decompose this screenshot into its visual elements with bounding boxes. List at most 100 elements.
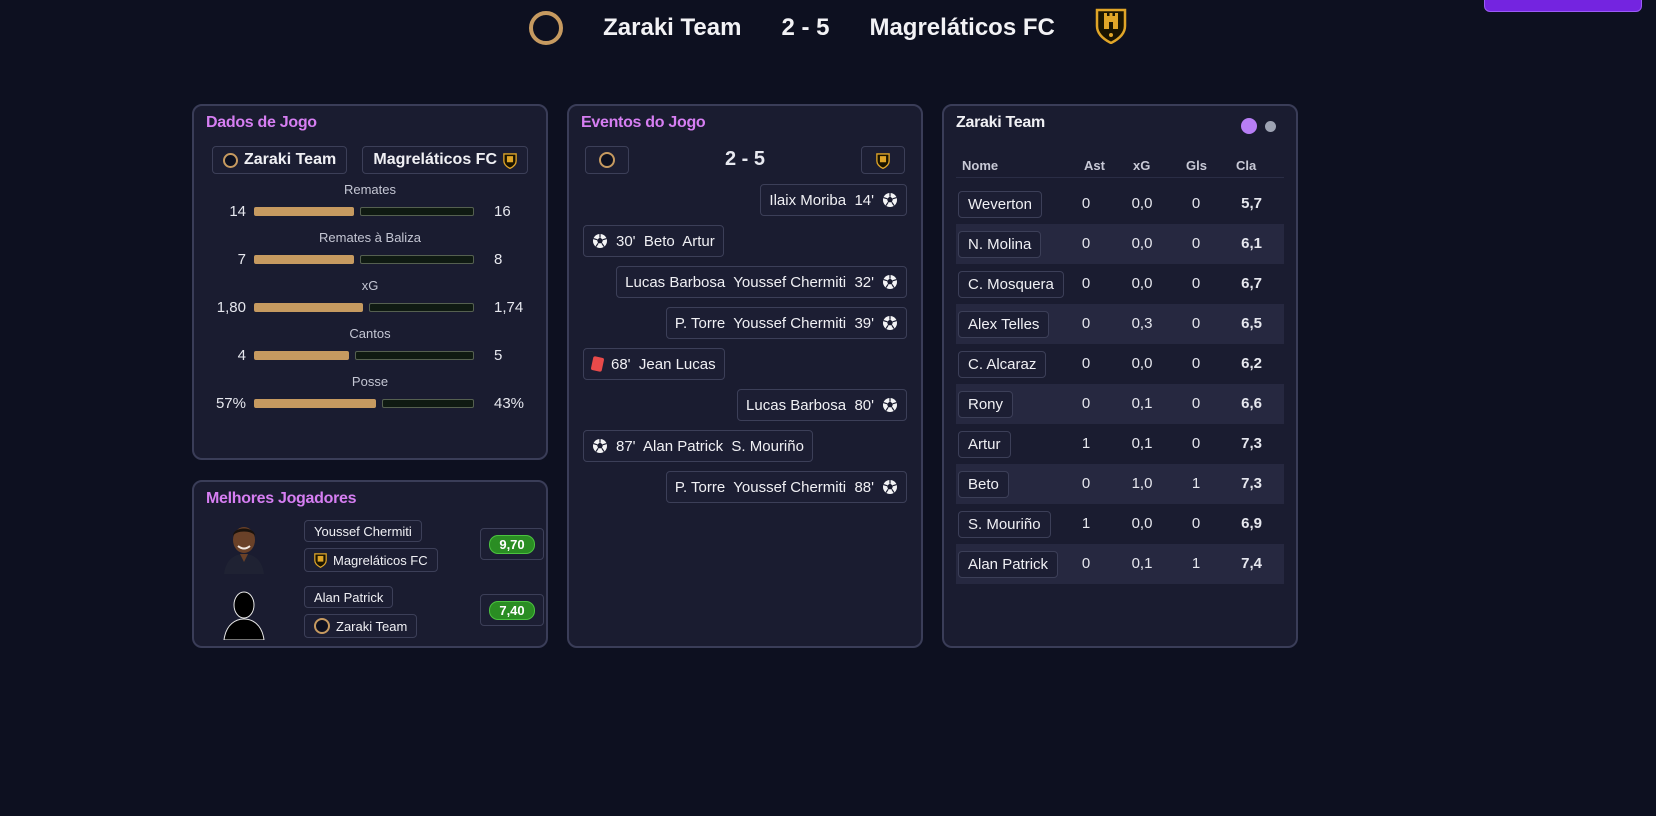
- stat-away-value: 43%: [494, 395, 525, 412]
- event-item[interactable]: P. Torre Youssef Chermiti 39': [665, 307, 907, 339]
- player-assists: 0: [1081, 475, 1091, 492]
- home-team-name: Zaraki Team: [603, 14, 742, 41]
- player-name-chip[interactable]: N. Molina: [958, 231, 1042, 258]
- event-text: P. Torre Youssef Chermiti 39': [674, 314, 874, 332]
- best-player-row: Youssef Chermiti Magreláticos FC 9,70: [222, 520, 544, 576]
- player-xg: 0,1: [1131, 555, 1153, 572]
- stats-home-team-label: Zaraki Team: [244, 151, 337, 168]
- player-xg: 0,1: [1131, 435, 1153, 452]
- table-row[interactable]: Artur 1 0,1 0 7,3: [956, 424, 1284, 464]
- event-item[interactable]: Lucas Barbosa 80': [737, 389, 907, 421]
- event-item[interactable]: 68' Jean Lucas: [583, 348, 725, 380]
- stat-away-bar: [360, 207, 474, 216]
- away-team-crest-icon: [1095, 6, 1127, 51]
- events-score: 2 - 5: [724, 148, 766, 170]
- stat-row: Cantos 4 5: [194, 326, 546, 367]
- player-name-chip[interactable]: Alex Telles: [958, 311, 1050, 338]
- player-goals: 0: [1191, 275, 1201, 292]
- ball-icon: [882, 274, 898, 290]
- page-dot-active[interactable]: [1241, 118, 1257, 134]
- event-text: Lucas Barbosa Youssef Chermiti 32': [625, 273, 874, 291]
- col-header-cla: Cla: [1236, 158, 1257, 173]
- player-name-chip[interactable]: Beto: [958, 471, 1009, 498]
- stat-home-value: 7: [237, 251, 246, 268]
- event-item[interactable]: 30' Beto Artur: [583, 225, 724, 257]
- player-name-chip[interactable]: Alan Patrick: [958, 551, 1059, 578]
- player-name: Weverton: [968, 196, 1032, 213]
- best-players-card: Melhores Jogadores Youssef Chermiti Magr…: [192, 480, 548, 648]
- event-item[interactable]: 87' Alan Patrick S. Mouriño: [583, 430, 813, 462]
- player-name-chip[interactable]: Rony: [958, 391, 1014, 418]
- table-row[interactable]: Alan Patrick 0 0,1 1 7,4: [956, 544, 1284, 584]
- best-player-name-chip[interactable]: Youssef Chermiti: [304, 520, 422, 542]
- player-xg: 0,3: [1131, 315, 1153, 332]
- player-rating: 7,3: [1241, 475, 1262, 492]
- home-team-ring-icon: [529, 11, 564, 45]
- match-stats-card: Dados de Jogo Zaraki Team Magreláticos F…: [192, 104, 548, 460]
- player-rating-badge: 9,70: [489, 534, 535, 554]
- player-name: N. Molina: [968, 236, 1032, 253]
- event-item[interactable]: Ilaix Moriba 14': [760, 184, 907, 216]
- player-goals: 0: [1191, 315, 1201, 332]
- player-name-chip[interactable]: Artur: [958, 431, 1011, 458]
- shield-crest-icon: [503, 152, 517, 169]
- player-rating: 7,4: [1241, 555, 1262, 572]
- table-row[interactable]: Alex Telles 0 0,3 0 6,5: [956, 304, 1284, 344]
- player-name-chip[interactable]: C. Mosquera: [958, 271, 1064, 298]
- event-text: 30' Beto Artur: [616, 232, 715, 250]
- player-goals: 1: [1191, 475, 1201, 492]
- stats-home-team-chip[interactable]: Zaraki Team: [212, 146, 348, 174]
- ball-icon: [882, 315, 898, 331]
- player-xg: 1,0: [1131, 475, 1153, 492]
- table-row[interactable]: S. Mouriño 1 0,0 0 6,9: [956, 504, 1284, 544]
- events-away-team-chip[interactable]: [861, 146, 905, 174]
- event-text: Ilaix Moriba 14': [769, 191, 874, 209]
- best-player-name: Youssef Chermiti: [314, 523, 412, 539]
- match-events-card: Eventos do Jogo 2 - 5 Ilaix Moriba 14' 30…: [567, 104, 923, 648]
- red-card-icon: [590, 356, 605, 372]
- shield-crest-icon: [314, 553, 327, 568]
- player-name: Beto: [968, 476, 999, 493]
- player-assists: 0: [1081, 315, 1091, 332]
- stat-home-bar: [254, 303, 363, 312]
- table-row[interactable]: C. Mosquera 0 0,0 0 6,7: [956, 264, 1284, 304]
- rating-box: 7,40: [480, 594, 544, 626]
- stat-away-bar: [355, 351, 474, 360]
- stat-row: Posse 57% 43%: [194, 374, 546, 415]
- table-row[interactable]: N. Molina 0 0,0 0 6,1: [956, 224, 1284, 264]
- stat-label: Cantos: [349, 326, 391, 341]
- player-goals: 0: [1191, 515, 1201, 532]
- ball-icon: [882, 397, 898, 413]
- table-row[interactable]: Weverton 0 0,0 0 5,7: [956, 184, 1284, 224]
- player-rating-badge: 7,40: [489, 600, 535, 620]
- shield-crest-icon: [876, 152, 890, 169]
- table-row[interactable]: Rony 0 0,1 0 6,6: [956, 384, 1284, 424]
- away-team-name: Magreláticos FC: [869, 14, 1055, 41]
- player-rating: 6,1: [1241, 235, 1262, 252]
- stat-home-bar: [254, 399, 376, 408]
- player-name: C. Alcaraz: [968, 356, 1037, 373]
- best-player-team-chip[interactable]: Zaraki Team: [304, 614, 418, 638]
- best-player-team-chip[interactable]: Magreláticos FC: [304, 548, 438, 572]
- player-rating: 6,2: [1241, 355, 1262, 372]
- player-assists: 0: [1081, 395, 1091, 412]
- best-player-team: Zaraki Team: [336, 618, 408, 634]
- ring-icon: [314, 618, 330, 634]
- stat-row: xG 1,80 1,74: [194, 278, 546, 319]
- stats-away-team-chip[interactable]: Magreláticos FC: [362, 146, 528, 174]
- stat-home-value: 57%: [215, 395, 246, 412]
- player-name-chip[interactable]: S. Mouriño: [958, 511, 1051, 538]
- stat-bar-row: 45: [194, 345, 546, 367]
- player-xg: 0,1: [1131, 395, 1153, 412]
- player-silhouette-icon: [223, 591, 265, 640]
- best-player-team: Magreláticos FC: [333, 552, 428, 568]
- player-name-chip[interactable]: Weverton: [958, 191, 1042, 218]
- player-name-chip[interactable]: C. Alcaraz: [958, 351, 1047, 378]
- table-row[interactable]: Beto 0 1,0 1 7,3: [956, 464, 1284, 504]
- event-item[interactable]: P. Torre Youssef Chermiti 88': [665, 471, 907, 503]
- best-player-name-chip[interactable]: Alan Patrick: [304, 586, 394, 608]
- event-item[interactable]: Lucas Barbosa Youssef Chermiti 32': [616, 266, 907, 298]
- player-photo: [224, 527, 264, 574]
- table-row[interactable]: C. Alcaraz 0 0,0 0 6,2: [956, 344, 1284, 384]
- page-dot-inactive[interactable]: [1265, 120, 1276, 132]
